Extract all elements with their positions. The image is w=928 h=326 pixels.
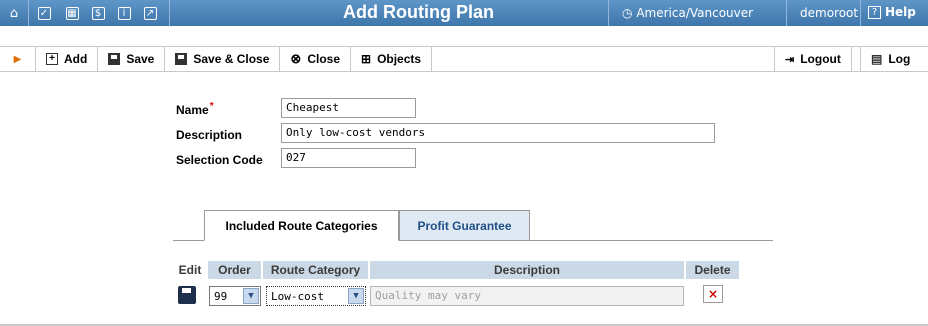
close-button[interactable]: ⊗ Close (280, 47, 351, 71)
row-save-icon[interactable] (178, 286, 196, 304)
timezone-link[interactable]: ◷ America/Vancouver (622, 6, 753, 20)
name-label-text: Name (176, 103, 209, 117)
divider (786, 0, 787, 26)
order-select[interactable]: 99 ▼ (209, 286, 261, 306)
help-link[interactable]: ? Help (868, 5, 916, 19)
route-category-select[interactable]: Low-cost ▼ (266, 286, 366, 306)
dollar-icon[interactable]: $ (85, 4, 111, 22)
user-name[interactable]: demoroot (800, 6, 858, 20)
route-category-value: Low-cost (271, 289, 324, 303)
grid-icon[interactable]: ▦ (59, 4, 85, 22)
help-icon: ? (868, 5, 881, 19)
selection-code-input[interactable]: 027 (281, 148, 416, 168)
info-icon[interactable]: i (111, 4, 137, 22)
disk-icon (108, 53, 121, 65)
divider (860, 0, 861, 26)
objects-label: Objects (377, 52, 422, 66)
row-description-input[interactable]: Quality may vary (370, 286, 684, 306)
chevron-down-icon: ▼ (348, 288, 364, 304)
close-icon: ⊗ (290, 51, 302, 66)
divider (169, 0, 170, 26)
add-button[interactable]: + Add (36, 47, 99, 71)
log-button[interactable]: ▤ Log (860, 47, 920, 71)
name-input[interactable]: Cheapest (281, 98, 416, 118)
disk-icon (175, 53, 188, 65)
timezone-label: America/Vancouver (636, 6, 754, 20)
log-label: Log (888, 52, 911, 66)
tab-included-route-categories[interactable]: Included Route Categories (204, 210, 399, 241)
column-header-order: Order (208, 261, 261, 279)
column-header-edit: Edit (178, 263, 202, 277)
tab-profit-guarantee[interactable]: Profit Guarantee (399, 210, 530, 241)
column-header-delete: Delete (686, 261, 739, 279)
order-value: 99 (214, 289, 228, 303)
description-label: Description (176, 128, 243, 142)
save-close-button[interactable]: Save & Close (165, 47, 281, 71)
clock-icon: ◷ (622, 6, 633, 20)
save-label: Save (126, 52, 155, 66)
log-icon: ▤ (871, 52, 883, 66)
selection-code-label: Selection Code (176, 153, 263, 167)
description-input[interactable]: Only low-cost vendors (281, 123, 715, 143)
expand-arrow-icon[interactable]: ▶ (0, 47, 36, 71)
column-header-route-category: Route Category (263, 261, 368, 279)
logout-icon: ⇥ (785, 53, 795, 66)
title-bar: ⌂ ✓ ▦ $ i ↗ Add Routing Plan ◷ America/V… (0, 0, 928, 26)
chart-icon[interactable]: ↗ (137, 4, 163, 22)
checkbox-icon[interactable]: ✓ (29, 4, 59, 22)
save-close-label: Save & Close (193, 52, 270, 66)
objects-icon: ⊞ (361, 52, 372, 66)
save-button[interactable]: Save (98, 47, 166, 71)
logout-button[interactable]: ⇥ Logout (774, 47, 852, 71)
delete-button[interactable]: × (703, 285, 723, 303)
plus-icon: + (46, 53, 58, 65)
help-label: Help (885, 5, 916, 19)
name-label: Name* (176, 101, 214, 117)
chevron-down-icon: ▼ (243, 288, 259, 304)
toolbar: ▶ + Add Save Save & Close ⊗ Close ⊞ Obje… (0, 46, 928, 72)
objects-button[interactable]: ⊞ Objects (351, 47, 433, 71)
required-mark: * (209, 101, 214, 112)
close-label: Close (307, 52, 340, 66)
logout-label: Logout (800, 52, 841, 66)
add-label: Add (64, 52, 88, 66)
home-icon[interactable]: ⌂ (0, 4, 28, 22)
page-title: Add Routing Plan (343, 2, 494, 22)
divider (608, 0, 609, 26)
column-header-description: Description (370, 261, 684, 279)
